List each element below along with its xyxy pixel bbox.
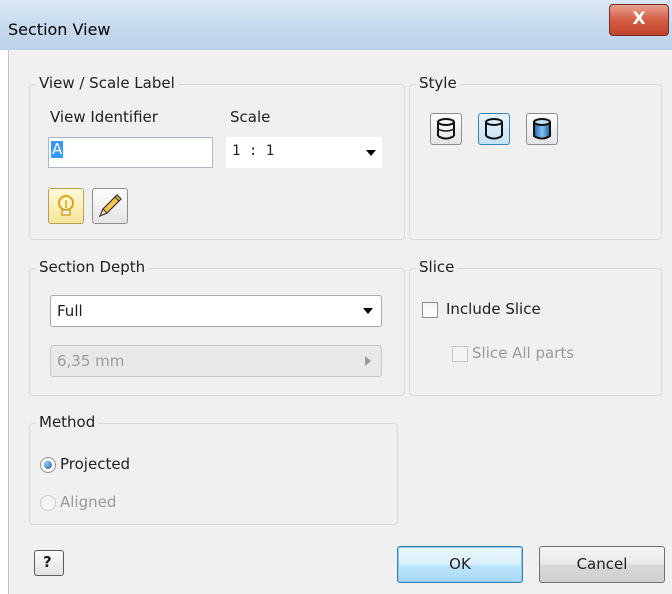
window-title: Section View — [8, 20, 111, 39]
slice-group: Slice Include Slice Slice All parts — [409, 258, 662, 396]
hidden-lines-removed-style-icon — [485, 118, 503, 140]
view-scale-legend: View / Scale Label — [36, 74, 178, 92]
style-hidden-lines-button[interactable] — [430, 113, 462, 145]
view-identifier-input[interactable]: A — [48, 137, 213, 168]
style-hidden-removed-button[interactable] — [478, 113, 510, 145]
help-button[interactable]: ? — [34, 550, 64, 576]
include-slice-checkbox[interactable] — [422, 302, 438, 318]
scale-value: 1 : 1 — [232, 143, 275, 159]
ok-label: OK — [449, 555, 471, 573]
title-bar: Section View X — [0, 0, 672, 50]
close-button[interactable]: X — [609, 4, 669, 36]
chevron-down-icon — [363, 308, 373, 314]
aligned-label: Aligned — [60, 493, 117, 511]
slice-all-parts-label: Slice All parts — [472, 344, 575, 362]
method-group: Method Projected Aligned — [29, 413, 398, 525]
view-identifier-label: View Identifier — [50, 108, 158, 126]
close-icon: X — [632, 9, 646, 29]
hidden-lines-style-icon — [437, 118, 455, 140]
help-icon: ? — [43, 553, 52, 571]
view-scale-group: View / Scale Label View Identifier Scale… — [29, 74, 405, 240]
section-depth-dropdown[interactable]: Full — [50, 295, 382, 327]
edit-label-button[interactable] — [92, 188, 128, 224]
slice-legend: Slice — [416, 258, 458, 276]
section-distance-field: 6,35 mm — [50, 345, 382, 377]
lightbulb-icon — [58, 195, 74, 216]
section-depth-value: Full — [57, 302, 83, 320]
aligned-radio — [40, 495, 56, 511]
cancel-button[interactable]: Cancel — [539, 546, 665, 583]
include-slice-label[interactable]: Include Slice — [446, 300, 541, 318]
shaded-style-icon — [533, 118, 551, 140]
view-identifier-value: A — [51, 140, 64, 158]
section-distance-value: 6,35 mm — [57, 352, 125, 370]
method-legend: Method — [36, 413, 99, 431]
slice-all-parts-checkbox — [452, 346, 468, 362]
dialog-body: View / Scale Label View Identifier Scale… — [8, 50, 672, 594]
projected-label[interactable]: Projected — [60, 455, 130, 473]
radio-selected-dot — [44, 461, 52, 469]
scale-dropdown[interactable]: 1 : 1 — [226, 137, 382, 168]
pencil-icon — [98, 194, 122, 218]
ok-button[interactable]: OK — [397, 546, 523, 583]
scale-label: Scale — [230, 108, 271, 126]
projected-radio[interactable] — [40, 457, 56, 473]
section-depth-group: Section Depth Full 6,35 mm — [29, 258, 405, 396]
chevron-down-icon — [366, 150, 376, 156]
style-legend: Style — [416, 74, 460, 92]
play-arrow-icon — [365, 356, 371, 366]
style-shaded-button[interactable] — [526, 113, 558, 145]
lightbulb-button[interactable] — [48, 188, 84, 224]
section-depth-legend: Section Depth — [36, 258, 149, 276]
style-group: Style — [409, 74, 662, 240]
cancel-label: Cancel — [576, 555, 628, 573]
